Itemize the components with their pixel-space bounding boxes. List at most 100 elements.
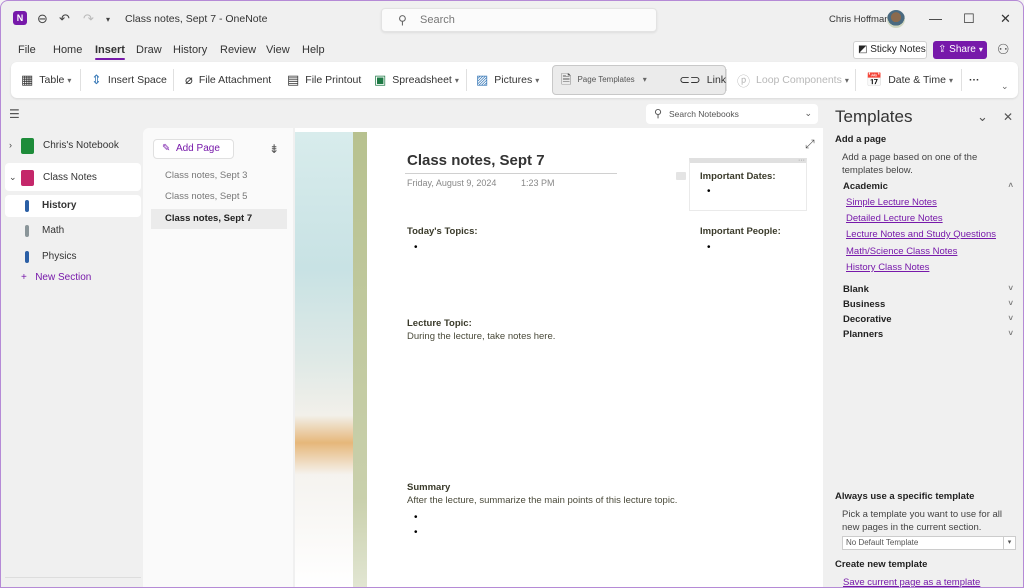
chevron-down-icon: ▾ [454, 75, 459, 85]
search-placeholder: Search [420, 14, 455, 26]
file-printout-label: File Printout [305, 74, 362, 86]
loop-components-button[interactable]: ⓟ Loop Components ▾ [737, 70, 849, 90]
category-business[interactable]: Business ˅ [843, 299, 1013, 310]
expand-icon[interactable]: ⤢ [805, 137, 815, 152]
tab-view[interactable]: View [266, 44, 290, 56]
chevron-down-icon: ˅ [1008, 299, 1013, 308]
insert-space-button[interactable]: ⇕ Insert Space [91, 70, 167, 90]
tab-review[interactable]: Review [220, 44, 256, 56]
page-date: Friday, August 9, 2024 [407, 178, 497, 188]
lecture-topic-heading[interactable]: Lecture Topic: [407, 318, 472, 329]
page-item[interactable]: Class notes, Sept 5 [151, 187, 287, 207]
templates-title: Templates [835, 107, 913, 126]
important-people-heading[interactable]: Important People: [700, 226, 781, 237]
category-label: Planners [843, 329, 884, 340]
bullet[interactable]: • [414, 242, 418, 253]
category-blank[interactable]: Blank ˅ [843, 284, 1013, 295]
add-page-button[interactable]: ✎ Add Page [153, 139, 234, 159]
date-time-button[interactable]: 📅 Date & Time ▾ [866, 70, 953, 90]
template-link[interactable]: History Class Notes [846, 262, 929, 273]
sort-icon[interactable]: ⇟ [269, 142, 279, 156]
search-notebooks-input[interactable]: ⚲ Search Notebooks ⌄ [646, 104, 818, 124]
navigation-menu-icon[interactable]: ☰ [9, 107, 20, 121]
sticky-notes-button[interactable]: ◩ Sticky Notes [853, 41, 927, 59]
section-history[interactable]: History [5, 195, 141, 217]
page-item[interactable]: Class notes, Sept 3 [151, 166, 287, 186]
bullet[interactable]: • [414, 527, 418, 538]
file-printout-button[interactable]: ▤ File Printout [287, 70, 361, 90]
summary-text[interactable]: After the lecture, summarize the main po… [407, 495, 677, 506]
tab-help[interactable]: Help [302, 44, 325, 56]
chevron-down-icon[interactable]: ⌄ [977, 109, 988, 125]
spreadsheet-button[interactable]: ▣ Spreadsheet ▾ [374, 70, 459, 90]
todays-topics-heading[interactable]: Today's Topics: [407, 226, 478, 237]
file-attachment-button[interactable]: ⌀ File Attachment [185, 70, 271, 90]
section-physics[interactable]: Physics [5, 246, 141, 268]
bullet[interactable]: • [707, 242, 711, 253]
notebook-label: Class Notes [43, 171, 97, 183]
back-icon[interactable]: ⊖ [37, 11, 48, 27]
share-button[interactable]: ⇪ Share ▾ [933, 41, 987, 59]
category-planners[interactable]: Planners ˅ [843, 329, 1013, 340]
summary-heading[interactable]: Summary [407, 482, 450, 493]
more-button[interactable]: ··· [969, 70, 980, 90]
search-icon: ⚲ [398, 13, 407, 27]
chevron-down-icon: ˅ [1008, 329, 1013, 338]
customize-icon[interactable]: ▾ [106, 15, 110, 24]
tab-home[interactable]: Home [53, 44, 82, 56]
undo-icon[interactable]: ↶ [59, 11, 70, 27]
new-section-button[interactable]: + New Section [21, 272, 91, 283]
close-icon[interactable]: ✕ [1000, 11, 1011, 27]
globe-background-image [295, 132, 353, 587]
template-link[interactable]: Lecture Notes and Study Questions [846, 229, 996, 240]
tab-file[interactable]: File [18, 44, 36, 56]
new-section-label: New Section [35, 272, 92, 283]
redo-icon[interactable]: ↷ [83, 11, 94, 27]
lecture-text[interactable]: During the lecture, take notes here. [407, 331, 555, 342]
note-container-handle[interactable] [676, 172, 686, 180]
section-tab-icon [25, 225, 29, 237]
window-title: Class notes, Sept 7 - OneNote [125, 13, 268, 25]
maximize-icon[interactable]: ☐ [963, 11, 975, 27]
always-use-description: Pick a template you want to use for all … [842, 509, 1002, 533]
section-math[interactable]: Math [5, 220, 141, 242]
chevron-down-icon[interactable]: ⌄ [804, 108, 812, 119]
avatar[interactable] [887, 10, 905, 28]
close-icon[interactable]: ✕ [1003, 110, 1013, 124]
category-decorative[interactable]: Decorative ˅ [843, 314, 1013, 325]
save-template-link[interactable]: Save current page as a template [843, 577, 980, 587]
template-link[interactable]: Math/Science Class Notes [846, 246, 957, 257]
link-button[interactable]: ⊂⊃ Link [679, 70, 726, 90]
user-name[interactable]: Chris Hoffman [829, 14, 890, 25]
date-time-label: Date & Time [888, 74, 946, 86]
bullet[interactable]: • [414, 512, 418, 523]
more-icon[interactable]: ··· [798, 157, 805, 164]
minimize-icon[interactable]: — [929, 11, 942, 26]
note-container[interactable] [689, 158, 807, 211]
notebook-class-notes[interactable]: ⌄ Class Notes [5, 163, 141, 191]
collapse-ribbon-icon[interactable]: ⌄ [1001, 76, 1009, 96]
template-link[interactable]: Simple Lecture Notes [846, 197, 937, 208]
section-label: Physics [42, 251, 77, 262]
spreadsheet-label: Spreadsheet [392, 74, 452, 86]
template-link[interactable]: Detailed Lecture Notes [846, 213, 943, 224]
category-academic[interactable]: Academic ˄ [843, 181, 1013, 192]
bullet[interactable]: • [707, 186, 711, 197]
table-button[interactable]: ▦ Table ▾ [21, 70, 71, 90]
feedback-icon[interactable]: ⚇ [997, 41, 1010, 58]
tab-draw[interactable]: Draw [136, 44, 162, 56]
tab-history[interactable]: History [173, 44, 207, 56]
page-templates-icon: 🗎 [561, 72, 572, 87]
search-input[interactable]: ⚲ Search [381, 8, 657, 32]
page-title[interactable]: Class notes, Sept 7 [407, 152, 545, 169]
note-canvas[interactable]: ⤢ Class notes, Sept 7 Friday, August 9, … [295, 128, 823, 587]
notebook-chris[interactable]: › Chris's Notebook [1, 131, 141, 159]
pictures-button[interactable]: ▨ Pictures ▾ [476, 70, 539, 90]
add-page-heading: Add a page [835, 134, 887, 145]
onenote-icon: N [13, 11, 27, 25]
page-item[interactable]: Class notes, Sept 7 [151, 209, 287, 229]
important-dates-heading[interactable]: Important Dates: [700, 171, 775, 182]
default-template-select[interactable]: No Default Template ▾ [842, 536, 1016, 550]
add-page-icon: ✎ [162, 143, 171, 154]
tab-insert[interactable]: Insert [95, 44, 125, 60]
